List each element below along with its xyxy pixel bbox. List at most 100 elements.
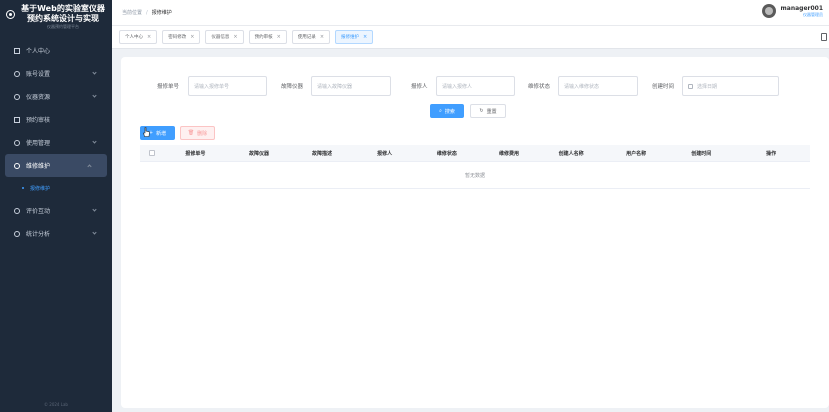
chevron-down-icon: [92, 70, 97, 75]
calendar-icon: [688, 83, 693, 89]
reporter-label: 报修人: [411, 84, 428, 90]
sidebar-item-statistics[interactable]: 统计分析: [0, 222, 112, 245]
sidebar-item-reviews[interactable]: 评价互动: [0, 199, 112, 222]
delete-button-label: 删除: [197, 130, 208, 137]
circle-icon: [14, 230, 20, 237]
table-header: 报修单号 故障仪器 故障描述 报修人 维修状态 维修费用 创建人名称 用户名称 …: [140, 145, 810, 162]
sidebar-item-label: 评价互动: [26, 208, 51, 215]
column-header[interactable]: 创建时间: [670, 150, 732, 157]
repair-table: 报修单号 故障仪器 故障描述 报修人 维修状态 维修费用 创建人名称 用户名称 …: [140, 145, 810, 189]
chevron-up-icon: [87, 164, 92, 169]
delete-button[interactable]: 🗑 删除: [180, 126, 215, 140]
user-name: manager001: [780, 4, 823, 12]
tag-label: 预约审核: [254, 35, 273, 40]
tag-personal-center[interactable]: 个人中心 ×: [119, 30, 158, 44]
close-icon[interactable]: ×: [363, 34, 367, 40]
search-button[interactable]: ⌕ 搜索: [430, 104, 464, 118]
sidebar-item-instrument-resources[interactable]: 仪器资源: [0, 85, 112, 108]
close-icon[interactable]: ×: [320, 34, 324, 40]
empty-state: 暂无数据: [140, 162, 810, 189]
sidebar-item-account-settings[interactable]: 账号设置: [0, 62, 112, 85]
square-icon: [14, 47, 20, 54]
trash-icon: 🗑: [187, 130, 195, 136]
column-header: 操作: [766, 150, 777, 157]
sidebar-item-maintenance[interactable]: 维修维护: [5, 154, 107, 177]
repair-no-input[interactable]: 请输入报修单号: [188, 76, 267, 96]
sidebar-item-label: 预约审核: [26, 117, 51, 124]
search-button-label: 搜索: [444, 108, 455, 115]
bullet-icon: [22, 187, 24, 189]
chevron-down-icon: [92, 139, 97, 144]
repair-status-placeholder: 请输入维修状态: [564, 83, 600, 90]
circle-icon: [14, 162, 20, 169]
column-header[interactable]: 维修费用: [478, 150, 540, 157]
refresh-icon: ↻: [479, 108, 484, 114]
tag-label: 报修维护: [341, 35, 360, 40]
sidebar-item-label: 统计分析: [26, 231, 51, 238]
tags-view: 个人中心 × 密码修改 × 仪器信息 × 预约审核 × 使用记录 × 报修维护 …: [112, 25, 829, 49]
hand-cursor-icon: [143, 127, 150, 137]
search-icon: ⌕: [439, 108, 442, 114]
top-header: 当前位置 / 报修维护 manager001 仪器管理员: [112, 0, 829, 25]
reporter-input[interactable]: 请输入报修人: [436, 76, 515, 96]
tag-password[interactable]: 密码修改 ×: [162, 30, 201, 44]
sidebar-item-reservation-review[interactable]: 预约审核: [0, 108, 112, 131]
circle-icon: [14, 70, 20, 77]
reset-button-label: 重置: [486, 108, 497, 115]
faulty-instrument-input[interactable]: 请输入故障仪器: [311, 76, 391, 96]
close-icon[interactable]: ×: [190, 34, 194, 40]
tag-repair[interactable]: 报修维护 ×: [335, 30, 374, 44]
tag-instrument-info[interactable]: 仪器信息 ×: [205, 30, 244, 44]
column-header[interactable]: 创建人名称: [540, 150, 602, 157]
app-title-line2: 预约系统设计与实现: [27, 14, 99, 23]
sidebar-subitem-label: 报修维护: [30, 185, 51, 192]
search-form: 报修单号 请输入报修单号 故障仪器 请输入故障仪器 报修人 请输入报修人 维修状…: [121, 76, 829, 96]
sidebar-item-usage-management[interactable]: 使用管理: [0, 131, 112, 154]
chevron-down-icon: [92, 230, 97, 235]
tag-reservation-review[interactable]: 预约审核 ×: [248, 30, 287, 44]
logo-icon: [6, 10, 15, 19]
tag-label: 密码修改: [168, 35, 187, 40]
close-icon[interactable]: ×: [147, 34, 151, 40]
user-role: 仪器管理员: [803, 11, 823, 17]
document-icon[interactable]: [821, 33, 827, 41]
sidebar-menu: 个人中心 账号设置 仪器资源 预约审核 使用管理 维修维护 报修维护 评价互动 …: [0, 39, 112, 245]
repair-status-input[interactable]: 请输入维修状态: [558, 76, 638, 96]
sidebar-subitem-repair[interactable]: 报修维护: [0, 177, 112, 199]
created-date-picker[interactable]: 选择日期: [682, 76, 779, 96]
sidebar: 基于Web的实验室仪器 预约系统设计与实现 仪器预约管理平台 个人中心 账号设置…: [0, 0, 112, 412]
breadcrumb-label: 当前位置: [122, 10, 143, 16]
reporter-placeholder: 请输入报修人: [442, 83, 473, 90]
created-time-label: 创建时间: [652, 84, 675, 90]
square-icon: [14, 116, 20, 123]
column-header[interactable]: 维修状态: [416, 150, 478, 157]
app-subtitle: 仪器预约管理平台: [47, 24, 79, 29]
close-icon[interactable]: ×: [233, 34, 237, 40]
column-header[interactable]: 用户名称: [602, 150, 670, 157]
sidebar-item-label: 个人中心: [26, 48, 51, 55]
user-menu[interactable]: manager001 仪器管理员: [761, 4, 823, 18]
tag-label: 使用记录: [297, 35, 316, 40]
close-icon[interactable]: ×: [277, 34, 281, 40]
avatar[interactable]: [761, 4, 776, 18]
reset-button[interactable]: ↻ 重置: [470, 104, 506, 118]
sidebar-item-label: 使用管理: [26, 140, 51, 147]
column-header[interactable]: 故障描述: [291, 150, 354, 157]
tag-label: 个人中心: [125, 35, 143, 40]
sidebar-item-label: 维修维护: [26, 163, 51, 170]
sidebar-item-label: 账号设置: [26, 71, 51, 78]
column-header[interactable]: 报修人: [354, 150, 416, 157]
tag-usage-records[interactable]: 使用记录 ×: [291, 30, 331, 44]
add-button-label: 新增: [156, 130, 167, 137]
created-date-placeholder: 选择日期: [697, 83, 718, 90]
breadcrumb-current[interactable]: 报修维护: [152, 9, 172, 16]
column-header[interactable]: 故障仪器: [227, 150, 290, 157]
circle-icon: [14, 93, 20, 100]
repair-no-placeholder: 请输入报修单号: [194, 83, 230, 90]
column-header[interactable]: 报修单号: [163, 150, 227, 157]
chevron-down-icon: [92, 93, 97, 98]
select-all-checkbox[interactable]: [148, 150, 155, 156]
breadcrumb-separator: /: [146, 9, 148, 16]
sidebar-item-personal-center[interactable]: 个人中心: [0, 39, 112, 62]
main-card: 报修单号 请输入报修单号 故障仪器 请输入故障仪器 报修人 请输入报修人 维修状…: [121, 57, 829, 408]
